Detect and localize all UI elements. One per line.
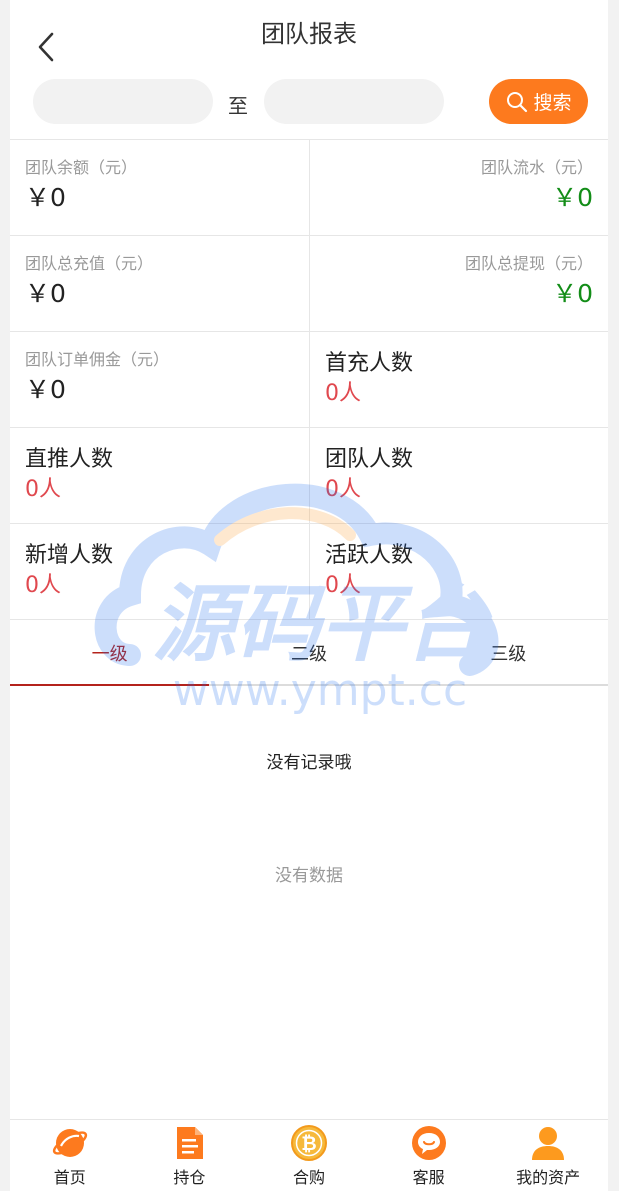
start-date-input[interactable] <box>33 79 213 124</box>
stat-value: 0人 <box>25 477 61 502</box>
user-icon <box>532 1127 565 1160</box>
stat-label: 新增人数 <box>25 543 114 568</box>
stat-team-balance: 团队余额（元） ￥0 <box>10 140 310 236</box>
end-date-input[interactable] <box>264 79 444 124</box>
tab-level-1[interactable]: 一级 <box>10 620 210 686</box>
nav-customer-service[interactable]: 客服 <box>369 1120 489 1191</box>
nav-label: 合购 <box>292 1168 325 1187</box>
nav-label: 我的资产 <box>516 1168 581 1187</box>
bitcoin-icon: ₿ <box>290 1125 327 1161</box>
stat-value: 0人 <box>25 573 61 598</box>
nav-label: 持仓 <box>173 1168 206 1187</box>
stat-team-flow: 团队流水（元） ￥0 <box>310 140 608 236</box>
nav-label: 首页 <box>53 1168 86 1187</box>
stat-team-recharge: 团队总充值（元） ￥0 <box>10 236 310 332</box>
nav-label: 客服 <box>412 1168 445 1187</box>
stat-value: ￥0 <box>552 183 593 212</box>
tab-level-3[interactable]: 三级 <box>409 620 608 684</box>
nav-holdings[interactable]: 持仓 <box>130 1120 250 1191</box>
stat-team-members: 团队人数 0人 <box>310 428 608 524</box>
stats-grid: 团队余额（元） ￥0 团队流水（元） ￥0 团队总充值（元） ￥0 团队总提现（… <box>10 140 608 620</box>
stat-order-commission: 团队订单佣金（元） ￥0 <box>10 332 310 428</box>
nav-home[interactable]: 首页 <box>10 1120 130 1191</box>
home-planet-icon <box>52 1129 87 1157</box>
svg-text:₿: ₿ <box>301 1133 316 1155</box>
header: 团队报表 至 搜索 <box>10 0 608 140</box>
team-report-page: 团队报表 至 搜索 团队余额（元） ￥0 团队流水（元） ￥0 团队总充值（元）… <box>10 0 608 1191</box>
chat-icon <box>411 1126 446 1160</box>
stat-label: 团队订单佣金（元） <box>25 350 170 369</box>
nav-group-buy[interactable]: ₿ 合购 <box>249 1120 369 1191</box>
stat-label: 首充人数 <box>325 351 414 376</box>
bottom-nav: 首页 持仓 ₿ 合购 客服 我的资产 <box>10 1119 608 1191</box>
stat-value: ￥0 <box>25 375 66 404</box>
stat-value: ￥0 <box>552 279 593 308</box>
stat-first-recharge: 首充人数 0人 <box>310 332 608 428</box>
search-icon <box>507 91 528 112</box>
nav-my-assets[interactable]: 我的资产 <box>488 1120 608 1191</box>
stat-label: 团队总提现（元） <box>464 254 593 273</box>
no-records-message: 没有记录哦 <box>266 753 352 773</box>
stat-value: 0人 <box>325 477 361 502</box>
level-tabs: 一级 二级 三级 <box>10 620 608 686</box>
search-button[interactable]: 搜索 <box>489 79 588 124</box>
stat-team-withdraw: 团队总提现（元） ￥0 <box>310 236 608 332</box>
stat-label: 团队人数 <box>325 447 414 472</box>
page-title: 团队报表 <box>261 20 357 48</box>
stat-value: ￥0 <box>25 183 66 212</box>
stat-label: 团队余额（元） <box>25 158 138 177</box>
stat-label: 活跃人数 <box>325 543 414 568</box>
tab-level-2[interactable]: 二级 <box>209 620 408 684</box>
stat-active-users: 活跃人数 0人 <box>310 524 608 620</box>
search-button-label: 搜索 <box>533 92 572 114</box>
stat-new-users: 新增人数 0人 <box>10 524 310 620</box>
stat-value: 0人 <box>325 573 361 598</box>
stat-label: 直推人数 <box>25 447 114 472</box>
stat-label: 团队总充值（元） <box>25 254 154 273</box>
stat-label: 团队流水（元） <box>480 158 593 177</box>
date-range-separator: 至 <box>228 94 248 118</box>
no-data-message: 没有数据 <box>275 866 343 886</box>
stat-value: ￥0 <box>25 279 66 308</box>
stat-direct-referrals: 直推人数 0人 <box>10 428 310 524</box>
stat-value: 0人 <box>325 381 361 406</box>
document-icon <box>177 1127 204 1159</box>
